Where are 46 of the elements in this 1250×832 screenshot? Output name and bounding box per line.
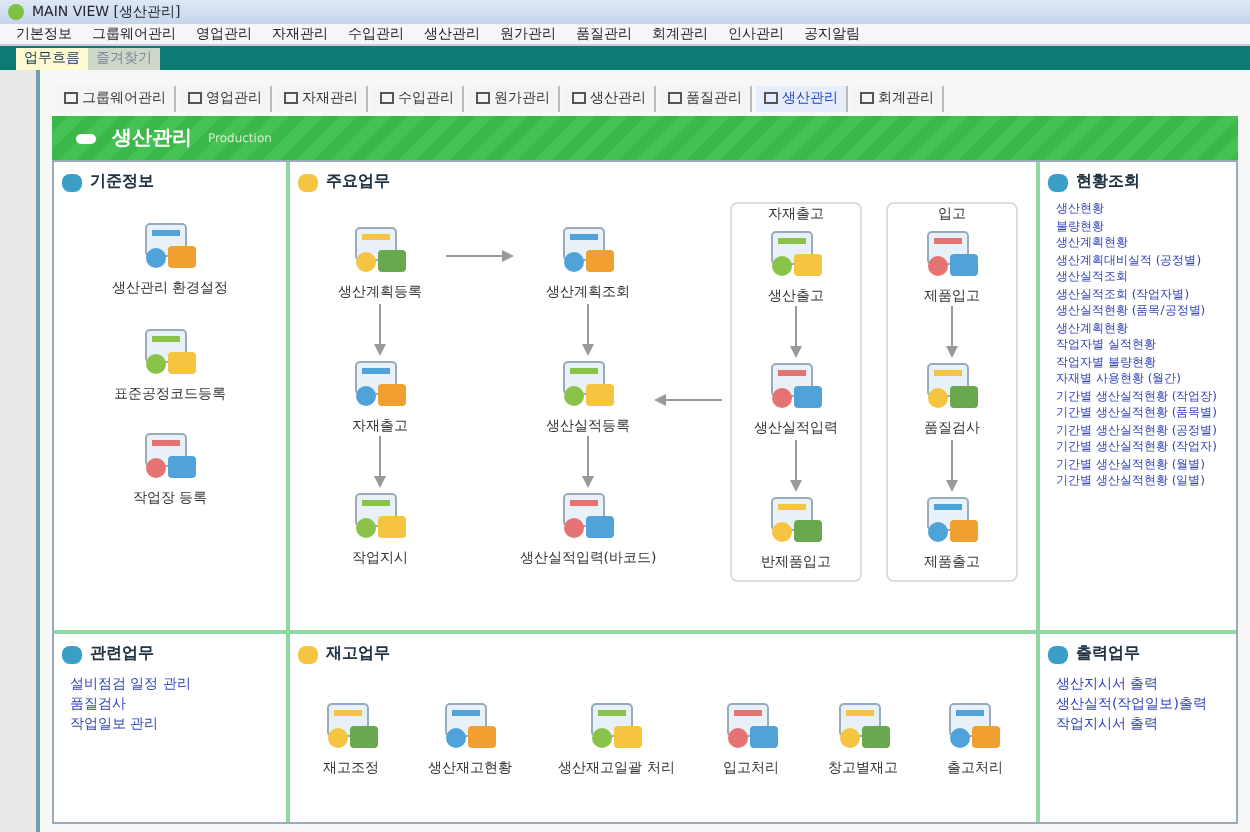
panel-title: 출력업무 [1076, 642, 1140, 666]
document-icon[interactable] [766, 225, 826, 281]
app-icon [8, 4, 24, 20]
arrow-icon [790, 306, 802, 358]
panel-icon [62, 645, 82, 663]
arrow-icon [582, 303, 594, 355]
arrow-icon [946, 439, 958, 491]
document-icon[interactable] [922, 358, 982, 414]
arrow-icon [582, 436, 594, 488]
document-icon[interactable] [350, 222, 410, 278]
document-icon[interactable] [558, 355, 618, 411]
panel-icon [62, 173, 82, 191]
document-icon[interactable] [558, 222, 618, 278]
panel-icon [1048, 173, 1068, 191]
panel-title: 현황조회 [1076, 170, 1140, 194]
document-icon[interactable] [139, 218, 200, 274]
document-icon[interactable] [922, 491, 982, 547]
header-title: 생산관리 [112, 125, 192, 153]
header-icon [76, 133, 96, 143]
document-icon[interactable] [721, 698, 782, 754]
arrow-icon [654, 394, 722, 406]
document-icon[interactable] [139, 428, 200, 484]
document-icon[interactable] [439, 698, 500, 754]
document-icon[interactable] [766, 491, 826, 547]
panel-title: 기준정보 [90, 170, 154, 194]
document-icon[interactable] [140, 323, 200, 379]
document-icon[interactable] [350, 355, 410, 411]
arrow-icon [790, 439, 802, 491]
document-icon[interactable] [766, 358, 826, 414]
document-icon[interactable] [321, 698, 382, 754]
document-icon[interactable] [350, 488, 410, 544]
arrow-icon [374, 436, 386, 488]
panel-icon [298, 173, 318, 191]
document-icon[interactable] [586, 698, 647, 754]
panel-icon [298, 645, 318, 663]
arrow-icon [946, 306, 958, 358]
document-icon[interactable] [558, 488, 618, 544]
document-icon[interactable] [944, 698, 1005, 754]
arrow-icon [446, 250, 514, 262]
panel-icon [1048, 645, 1068, 663]
document-icon[interactable] [833, 698, 893, 754]
panel-title: 관련업무 [90, 642, 154, 666]
panel-title: 재고업무 [326, 642, 390, 666]
panel-title: 주요업무 [326, 170, 390, 194]
document-icon[interactable] [922, 225, 982, 281]
arrow-icon [374, 303, 386, 355]
